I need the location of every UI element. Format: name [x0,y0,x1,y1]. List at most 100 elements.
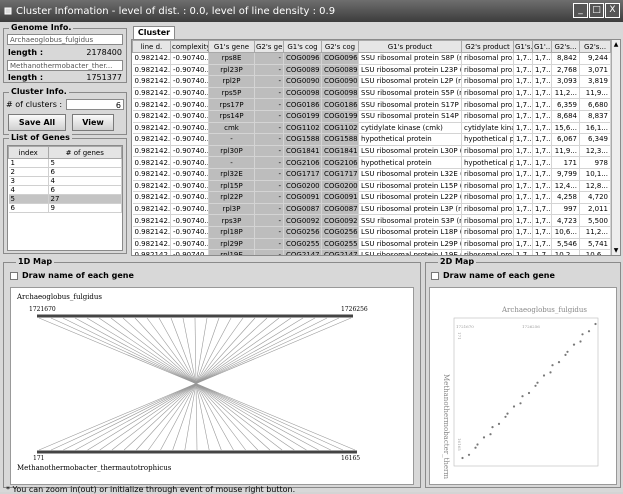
table-cell: -0.90740... [170,98,209,111]
table-row[interactable]: 0.982142...-0.90740...rps17P-COG0186COG0… [132,98,611,111]
table-row[interactable]: 0.982142...-0.90740...rps14P-COG0199COG0… [132,110,611,123]
table-row[interactable]: 0.982142...-0.90740...rps5P-COG0098COG00… [132,87,611,100]
table-row[interactable]: 0.982142...-0.90740...--COG2106COG2106hy… [132,156,611,169]
column-header[interactable]: G2's product [461,40,514,53]
table-cell: -0.90740... [170,249,209,255]
table-cell: -0.90740... [170,156,209,169]
column-header[interactable]: G2's... [579,40,611,53]
gene-index-cell[interactable]: 4 [8,185,49,195]
column-header[interactable]: G1's product [358,40,462,53]
table-cell: 1,7... [513,145,533,158]
table-cell: 3,819 [579,75,611,88]
table-cell: rpl22P [208,191,255,204]
map-2d-point [467,453,471,456]
table-cell: COG0091 [321,191,359,204]
gene-count-cell[interactable]: 6 [48,185,122,195]
gene-count-cell[interactable]: 5 [48,158,122,168]
table-cell: 1,7... [513,203,533,216]
table-row[interactable]: 0.982142...-0.90740...rps3P-COG0092COG00… [132,214,611,227]
view-button[interactable]: View [72,114,114,131]
table-cell: rpl19E [208,249,255,255]
column-header[interactable]: G2's cog [321,40,359,53]
table-row[interactable]: 0.982142...-0.90740...rpl30P-COG1841COG1… [132,145,611,158]
table-row[interactable]: 0.982142...-0.90740...rps8E-COG0096COG00… [132,52,611,65]
map-1d-top-end: 1726256 [341,306,368,313]
map-2d-points [461,322,597,460]
map-2d-x-start: 1721670 [456,324,474,329]
column-header[interactable]: G1's gene [208,40,255,53]
map-2d-point [491,426,494,429]
save-all-button[interactable]: Save All [8,114,66,131]
col-index-header[interactable]: index [8,146,49,159]
table-row[interactable]: 0.982142...-0.90740...rpl2P-COG0090COG00… [132,75,611,88]
checkbox-icon[interactable] [431,271,439,280]
table-row[interactable]: 0.982142...-0.90740...rpl22P-COG0091COG0… [132,191,611,204]
table-row[interactable]: 0.982142...-0.90740...rpl29P-COG0255COG0… [132,238,611,251]
table-cell: 1,7... [532,75,552,88]
table-cell: rpl2P [208,75,255,88]
gene-count-cell[interactable]: 4 [48,176,122,186]
gene-index-cell[interactable]: 2 [8,167,49,177]
gene-count-cell[interactable]: 6 [48,167,122,177]
table-cell: LSU ribosomal protein L29P (r... [358,238,462,251]
maximize-button[interactable]: □ [589,3,604,18]
minimize-button[interactable]: _ [573,3,588,18]
column-header[interactable]: G2's... [551,40,580,53]
table-cell: COG0089 [321,64,359,77]
gene-index-cell[interactable]: 6 [8,203,49,213]
scroll-up-icon[interactable]: ▲ [612,40,620,49]
table-row[interactable]: 0.982142...-0.90740...rpl19E-COG2147COG2… [132,249,611,255]
checkbox-icon[interactable] [10,271,18,280]
column-header[interactable]: complexity [170,40,209,53]
table-cell: COG0092 [283,214,322,227]
window-title: Cluster Infomation - level of dist. : 0.… [16,5,336,17]
table-row[interactable]: 0.982142...-0.90740...cmk-COG1102COG1102… [132,122,611,135]
table-row[interactable]: 0.982142...-0.90740...--COG1588COG1588hy… [132,133,611,146]
title-bar[interactable]: Cluster Infomation - level of dist. : 0.… [0,0,623,22]
table-cell: 4,723 [551,214,580,227]
column-header[interactable]: G1's... [513,40,533,53]
list-item[interactable]: 69 [8,203,122,213]
gene-index-cell[interactable]: 1 [8,158,49,168]
table-row[interactable]: 0.982142...-0.90740...rpl3P-COG0087COG00… [132,203,611,216]
map-1d-canvas[interactable]: Archaeoglobus_fulgidus 1721670 1726256 1… [10,287,414,485]
column-header[interactable]: G2's ge... [254,40,284,53]
gene-count-cell[interactable]: 9 [48,203,122,213]
table-row[interactable]: 0.982142...-0.90740...rpl18P-COG0256COG0… [132,226,611,239]
column-header[interactable]: G1's cog [283,40,322,53]
table-row[interactable]: 0.982142...-0.90740...rpl32E-COG1717COG1… [132,168,611,181]
table-cell: 0.982142... [132,156,171,169]
table-cell: -0.90740... [170,214,209,227]
map-1d-svg[interactable]: Archaeoglobus_fulgidus 1721670 1726256 1… [11,288,413,484]
column-header[interactable]: line d. [132,40,171,53]
table-cell: - [208,133,255,146]
col-genes-header[interactable]: # of genes [47,146,122,159]
gene-index-cell[interactable]: 5 [8,194,49,204]
list-item[interactable]: 46 [8,185,122,195]
map-2d-canvas[interactable]: Archaeoglobus_fulgidus 1721670 1726256 M… [429,287,617,485]
table-cell: ribosomal pro... [461,238,514,251]
map-2d-draw-names-checkbox[interactable]: Draw name of each gene [431,271,555,280]
close-button[interactable]: X [605,3,620,18]
list-item[interactable]: 26 [8,167,122,177]
table-cell: 6,067 [551,133,580,146]
map-1d-draw-names-checkbox[interactable]: Draw name of each gene [10,271,134,280]
genome2-name-field[interactable]: Methanothermobacter_ther... [7,60,123,71]
map-2d-svg[interactable]: Archaeoglobus_fulgidus 1721670 1726256 M… [430,288,616,484]
list-item[interactable]: 34 [8,176,122,186]
table-cell: 1,7... [532,156,552,169]
column-header[interactable]: G1'... [532,40,552,53]
scroll-down-icon[interactable]: ▼ [612,246,620,255]
list-item[interactable]: 5 27 [8,194,122,204]
genome1-name-field[interactable]: Archaeoglobus_fulgidus [7,34,123,45]
gene-index-cell[interactable]: 3 [8,176,49,186]
gene-count-cell[interactable]: 27 [48,194,122,204]
table-row[interactable]: 0.982142...-0.90740...rpl15P-COG0200COG0… [132,180,611,193]
table-cell: 0.982142... [132,238,171,251]
tab-cluster-5[interactable]: Cluster 5 [133,26,175,49]
list-item[interactable]: 15 [8,158,122,168]
main-frame: Genome Info. Archaeoglobus_fulgidus leng… [0,22,623,494]
table-scrollbar[interactable]: ▲ ▼ [611,40,620,255]
table-row[interactable]: 0.982142...-0.90740...rpl23P-COG0089COG0… [132,64,611,77]
table-cell: rpl29P [208,238,255,251]
